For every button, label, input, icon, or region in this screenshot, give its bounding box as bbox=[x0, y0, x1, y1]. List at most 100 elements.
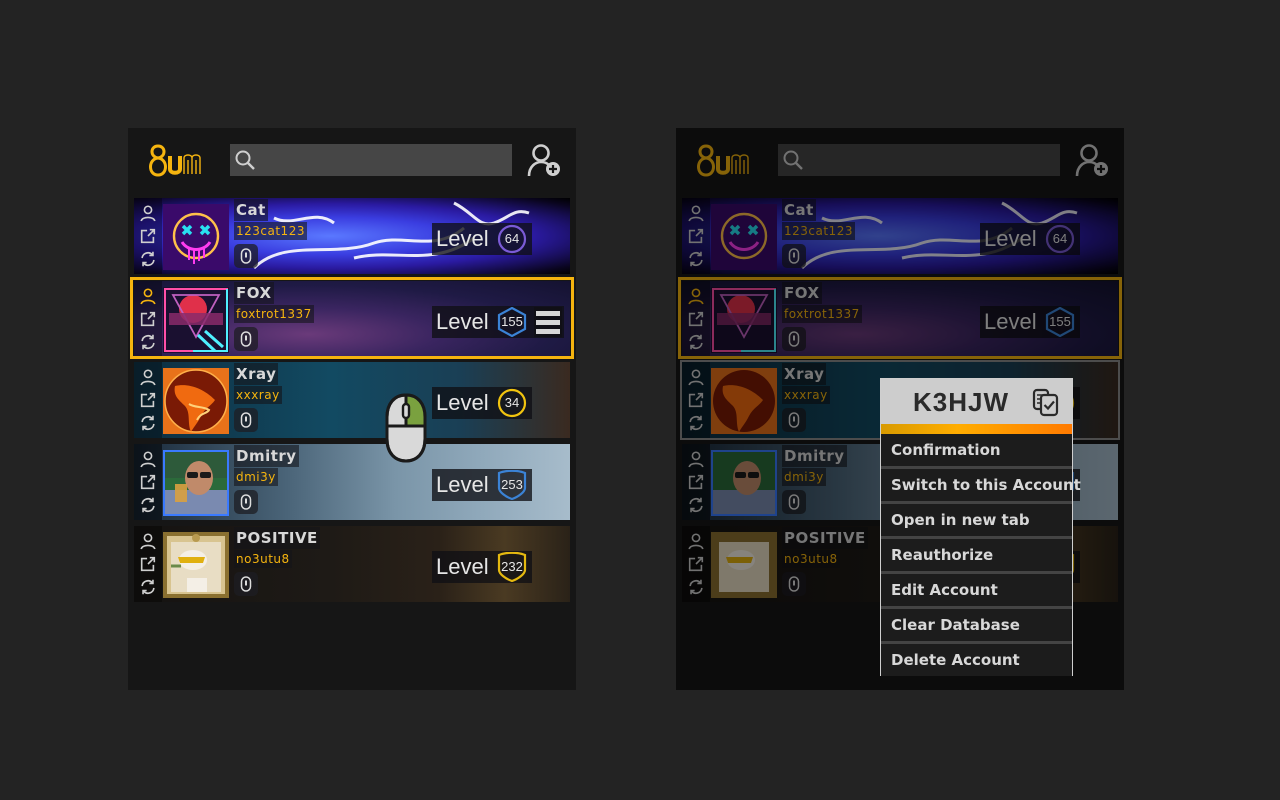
avatar bbox=[711, 204, 777, 270]
search-icon bbox=[235, 150, 255, 170]
account-row[interactable]: Dmitry dmi3y Level 253 bbox=[134, 444, 570, 520]
open-external-icon[interactable] bbox=[139, 391, 157, 409]
row-actions bbox=[134, 526, 162, 602]
steam-guard-code[interactable]: K3HJW bbox=[913, 385, 1009, 419]
open-external-icon[interactable] bbox=[139, 473, 157, 491]
account-login: dmi3y bbox=[234, 468, 278, 486]
account-name: Xray bbox=[234, 363, 279, 385]
avatar bbox=[711, 287, 777, 353]
refresh-icon[interactable] bbox=[687, 578, 705, 596]
user-icon[interactable] bbox=[139, 368, 157, 386]
open-external-icon[interactable] bbox=[687, 227, 705, 245]
refresh-icon[interactable] bbox=[139, 496, 157, 514]
account-row[interactable]: Cat 123cat123 Level 64 bbox=[134, 198, 570, 274]
account-login: foxtrot1337 bbox=[234, 305, 314, 323]
open-external-icon[interactable] bbox=[139, 227, 157, 245]
menu-item-delete-account[interactable]: Delete Account bbox=[881, 644, 1072, 676]
account-name: Dmitry bbox=[782, 445, 847, 467]
menu-item-open-new-tab[interactable]: Open in new tab bbox=[881, 504, 1072, 536]
refresh-icon[interactable] bbox=[687, 414, 705, 432]
account-row[interactable]: Cat 123cat123 Level 64 bbox=[682, 198, 1118, 274]
menu-item-reauthorize[interactable]: Reauthorize bbox=[881, 539, 1072, 571]
account-login: no3utu8 bbox=[782, 550, 840, 568]
search-icon bbox=[783, 150, 803, 170]
level-value: 232 bbox=[501, 559, 523, 574]
row-actions bbox=[682, 444, 710, 520]
open-external-icon[interactable] bbox=[687, 391, 705, 409]
account-login: dmi3y bbox=[782, 468, 826, 486]
copy-code-icon[interactable] bbox=[1031, 387, 1061, 417]
refresh-icon[interactable] bbox=[687, 333, 705, 351]
steam-guard-icon bbox=[240, 412, 252, 428]
steam-guard-button[interactable] bbox=[234, 408, 258, 432]
search-box[interactable] bbox=[230, 144, 512, 176]
open-external-icon[interactable] bbox=[687, 555, 705, 573]
row-actions bbox=[682, 526, 710, 602]
open-external-icon[interactable] bbox=[139, 555, 157, 573]
refresh-icon[interactable] bbox=[139, 414, 157, 432]
refresh-icon[interactable] bbox=[687, 496, 705, 514]
menu-item-switch-account[interactable]: Switch to this Account bbox=[881, 469, 1081, 501]
open-external-icon[interactable] bbox=[139, 310, 157, 328]
user-icon[interactable] bbox=[139, 532, 157, 550]
account-row[interactable]: POSITIVE no3utu8 Level 232 bbox=[134, 526, 570, 602]
user-icon[interactable] bbox=[139, 204, 157, 222]
steam-guard-icon bbox=[788, 331, 800, 347]
level-badge: Level 64 bbox=[980, 223, 1080, 255]
open-external-icon[interactable] bbox=[687, 310, 705, 328]
code-timer-bar bbox=[881, 424, 1072, 434]
user-icon[interactable] bbox=[687, 450, 705, 468]
level-badge: Level 155 bbox=[980, 306, 1080, 338]
menu-item-clear-database[interactable]: Clear Database bbox=[881, 609, 1072, 641]
search-input[interactable] bbox=[260, 144, 508, 176]
level-label: Level bbox=[984, 309, 1037, 334]
menu-item-edit-account[interactable]: Edit Account bbox=[881, 574, 1072, 606]
avatar bbox=[163, 204, 229, 270]
refresh-icon[interactable] bbox=[139, 333, 157, 351]
level-label: Level bbox=[436, 554, 489, 579]
steam-guard-button[interactable] bbox=[234, 490, 258, 514]
search-input[interactable] bbox=[808, 144, 1056, 176]
steam-guard-button[interactable] bbox=[782, 327, 806, 351]
steam-guard-button[interactable] bbox=[782, 572, 806, 596]
hamburger-menu-icon[interactable] bbox=[534, 307, 562, 337]
steam-guard-button[interactable] bbox=[782, 408, 806, 432]
steam-guard-button[interactable] bbox=[234, 572, 258, 596]
user-icon[interactable] bbox=[687, 204, 705, 222]
header bbox=[676, 128, 1124, 194]
account-name: Dmitry bbox=[234, 445, 299, 467]
refresh-icon[interactable] bbox=[687, 250, 705, 268]
open-external-icon[interactable] bbox=[687, 473, 705, 491]
add-user-icon[interactable] bbox=[526, 142, 562, 178]
row-actions bbox=[134, 444, 162, 520]
refresh-icon[interactable] bbox=[139, 250, 157, 268]
search-box[interactable] bbox=[778, 144, 1060, 176]
user-icon-active[interactable] bbox=[139, 287, 157, 305]
account-row[interactable]: Xray xxxray Level 34 bbox=[134, 362, 570, 438]
menu-item-confirmation[interactable]: Confirmation bbox=[881, 434, 1072, 466]
add-user-icon[interactable] bbox=[1074, 142, 1110, 178]
steam-guard-button[interactable] bbox=[234, 244, 258, 268]
steam-guard-button[interactable] bbox=[234, 327, 258, 351]
account-manager-panel: Cat 123cat123 Level 64 FOX foxtrot1337 L… bbox=[128, 128, 576, 690]
account-name: FOX bbox=[234, 282, 274, 304]
account-login: xxxray bbox=[782, 386, 830, 404]
level-label: Level bbox=[436, 226, 489, 251]
level-value: 155 bbox=[501, 314, 523, 329]
steam-guard-button[interactable] bbox=[782, 244, 806, 268]
account-row-selected[interactable]: FOX foxtrot1337 Level 155 bbox=[130, 277, 574, 359]
steam-guard-code-header: K3HJW bbox=[881, 379, 1072, 424]
user-icon[interactable] bbox=[687, 368, 705, 386]
user-icon-active[interactable] bbox=[687, 287, 705, 305]
account-row-selected[interactable]: FOX foxtrot1337 Level 155 bbox=[678, 277, 1122, 359]
level-value: 64 bbox=[504, 231, 520, 246]
user-icon[interactable] bbox=[139, 450, 157, 468]
level-badge: Level 34 bbox=[432, 387, 532, 419]
refresh-icon[interactable] bbox=[139, 578, 157, 596]
account-name: POSITIVE bbox=[234, 527, 320, 549]
level-badge: Level 253 bbox=[432, 469, 532, 501]
user-icon[interactable] bbox=[687, 532, 705, 550]
steam-guard-button[interactable] bbox=[782, 490, 806, 514]
level-value: 34 bbox=[504, 395, 520, 410]
row-actions bbox=[682, 362, 710, 438]
